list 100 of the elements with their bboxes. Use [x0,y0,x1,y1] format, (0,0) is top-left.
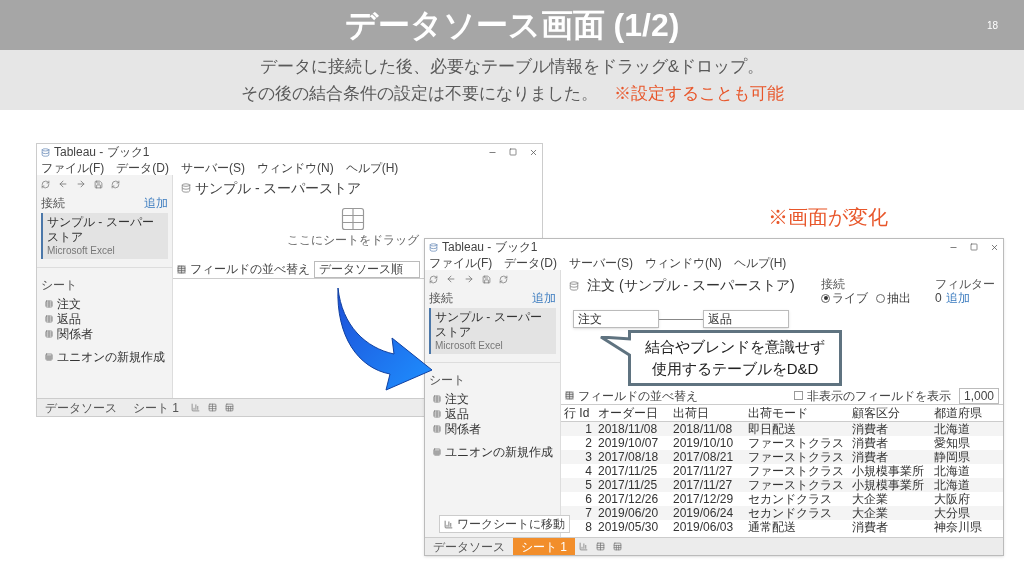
sheet-item[interactable]: 返品 [445,407,469,420]
table-cell-text: 北海道 [933,465,971,477]
sheet-item[interactable]: 返品 [57,312,81,325]
table-cell-text: 通常配送 [747,521,797,533]
connection-type: Microsoft Excel [435,340,504,352]
row-count-field[interactable]: 1,000 [958,387,999,404]
sheet-item[interactable]: 関係者 [445,422,481,435]
radio-button[interactable] [821,293,830,303]
new-sheet-icon[interactable] [579,542,588,551]
table-cell-text: 7 [584,507,593,519]
menu-item[interactable]: ウィンドウ(N) [257,161,334,174]
menu-item[interactable]: データ(D) [116,161,169,174]
forward-icon[interactable] [76,179,86,189]
sync-icon[interactable] [41,179,50,189]
table-cell-text: 即日配送 [747,423,797,435]
maximize-icon[interactable] [509,148,517,156]
sheet-item[interactable]: 注文 [445,392,469,405]
table-cell-text: ファーストクラス [747,479,845,491]
connection-item[interactable]: サンプル - スーパーストア Microsoft Excel [429,308,556,354]
table-cell-text: 2017/11/25 [597,479,659,491]
section-label: 接続 [41,197,65,209]
table-cell-text: 愛知県 [933,437,971,449]
table-cell-text: 2019/06/24 [672,507,735,519]
radio-button[interactable] [876,293,885,303]
connection-name: サンプル - スーパーストア [435,310,543,340]
close-icon[interactable] [990,242,999,252]
table-cell-text: 2017/12/29 [672,493,735,505]
table-cell-text: 消費者 [851,437,889,449]
radio-label: 抽出 [887,292,911,304]
menu-item[interactable]: ヘルプ(H) [345,161,399,174]
table-cell-text: 2019/10/07 [597,437,660,449]
table-cell-text: 小規模事業所 [851,465,925,477]
column-header[interactable]: 都道府県 [931,407,993,421]
sort-dropdown[interactable]: データソース順 [314,260,420,278]
datasource-icon [569,281,579,291]
back-icon[interactable] [446,274,456,284]
table-cell-text: ファーストクラス [747,451,845,463]
grid-view-icon[interactable] [177,264,186,274]
column-header[interactable]: 出荷日 [670,407,745,421]
table-cell-text: 北海道 [933,479,971,491]
table-cell-text: 消費者 [851,521,889,533]
refresh-icon[interactable] [499,274,508,284]
menu-item[interactable]: データ(D) [504,256,557,269]
show-hidden-checkbox[interactable] [793,391,803,400]
sheet-tab[interactable]: シート 1 [125,399,187,416]
column-header[interactable]: 出荷モード [745,407,849,421]
table-cell-text: 大企業 [851,493,889,505]
subtitle-note: ※設定することも可能 [613,83,784,105]
sheet-item[interactable]: 関係者 [57,327,93,340]
table-icon [339,205,367,233]
add-link[interactable]: 追加 [144,197,168,209]
table-cell-text: 小規模事業所 [851,479,925,491]
menu-item[interactable]: ウィンドウ(N) [645,256,722,269]
filter-count: 0 [935,292,942,304]
menu-item[interactable]: サーバー(S) [181,161,245,174]
table-node[interactable]: 注文 [573,310,659,328]
maximize-icon[interactable] [970,243,978,251]
new-story-icon[interactable] [225,403,234,412]
table-cell-text: 大阪府 [933,493,971,505]
column-header[interactable]: オーダー日 [595,407,670,421]
new-union-item[interactable]: ユニオンの新規作成 [57,350,165,363]
refresh-icon[interactable] [111,179,120,189]
sort-label: フィールドの並べ替え [190,263,310,275]
filter-add-link[interactable]: 追加 [945,292,970,304]
menu-item[interactable]: ヘルプ(H) [733,256,787,269]
menu-item[interactable]: ファイル(F) [41,161,105,174]
column-header[interactable]: 行 Id [561,407,595,421]
sheet-tab[interactable]: データソース [425,538,513,555]
add-link[interactable]: 追加 [532,292,556,304]
save-icon[interactable] [482,274,491,284]
table-cell-text: 2018/11/08 [672,423,734,435]
sync-icon[interactable] [429,274,438,284]
table-node[interactable]: 返品 [703,310,789,328]
window-title: Tableau - ブック1 [442,241,538,253]
table-cell-text: 北海道 [933,423,971,435]
save-icon[interactable] [94,179,103,189]
menu-item[interactable]: サーバー(S) [569,256,633,269]
table-cell-text: ファーストクラス [747,465,845,477]
go-to-sheet-link[interactable]: ワークシートに移動 [457,518,565,530]
forward-icon[interactable] [464,274,474,284]
table-cell-text: ファーストクラス [747,437,845,449]
back-icon[interactable] [58,179,68,189]
new-sheet-icon[interactable] [191,403,200,412]
menu-item[interactable]: ファイル(F) [429,256,493,269]
app-logo-icon [41,147,50,157]
close-icon[interactable] [529,147,538,157]
table-cell-text: 消費者 [851,451,889,463]
table-cell-text: 4 [584,465,593,477]
grid-view-icon[interactable] [565,391,574,400]
new-union-item[interactable]: ユニオンの新規作成 [445,445,553,458]
new-story-icon[interactable] [613,542,622,551]
column-header[interactable]: 顧客区分 [849,407,931,421]
sheet-tab[interactable]: データソース [37,399,125,416]
table-cell-text: 2017/11/27 [672,479,734,491]
new-dashboard-icon[interactable] [208,403,217,412]
sheet-item[interactable]: 注文 [57,297,81,310]
table-cell-text: 2019/06/20 [597,507,660,519]
new-dashboard-icon[interactable] [596,542,605,551]
drop-hint: ここにシートをドラッグ [287,233,419,248]
connection-item[interactable]: サンプル - スーパーストア Microsoft Excel [41,213,168,259]
